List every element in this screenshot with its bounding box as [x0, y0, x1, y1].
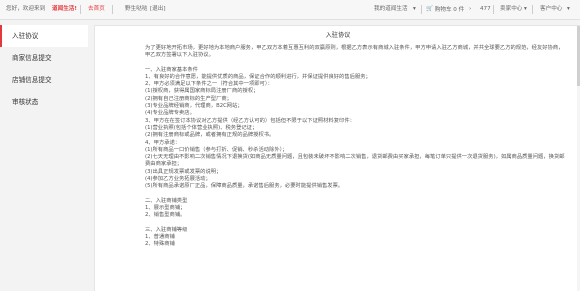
sidebar-item-store-info[interactable]: 店铺信息提交	[0, 69, 88, 91]
divider	[80, 5, 81, 14]
site-name: 道闻生活!	[52, 6, 77, 12]
user-name[interactable]: 野生哒哒	[125, 0, 147, 19]
page-title: 入驻协议	[325, 32, 351, 39]
logout-link[interactable]: [退出]	[150, 0, 166, 19]
agreement-paragraph: (5)所有商品承诺原厂正品，保障商品质量，承诺售后服务，必要时能提供销售发票。	[145, 183, 344, 190]
chevron-down-icon: ▾	[567, 6, 570, 12]
sidebar-item-agreement[interactable]: 入驻协议	[0, 25, 88, 47]
cart-link[interactable]: 🛒 购物车 0 件	[426, 0, 464, 20]
agreement-paragraph: 为了更好地开拓市场，更好地为本地商户服务，甲乙双方本着互惠互利的双赢原则，根据乙…	[145, 45, 564, 59]
agreement-paragraph: 一、入驻商家基本条件	[145, 66, 198, 73]
agreement-paragraph: 1、普通商铺	[145, 233, 175, 240]
agreement-paragraph: 1、展示型商铺；	[145, 204, 186, 211]
divider	[493, 5, 494, 14]
my-life-link[interactable]: 我的道闻生活	[374, 0, 408, 19]
divider	[421, 5, 422, 14]
agreement-paragraph: (1)授权商，获得属国家商标局注册厂商的授权；	[145, 88, 259, 95]
divider	[532, 5, 533, 14]
chevron-right-icon: ›	[469, 6, 472, 12]
sidebar-item-review-status[interactable]: 审核状态	[0, 91, 88, 113]
divider	[112, 5, 113, 14]
cart-label: 购物车 0 件	[434, 7, 465, 13]
agreement-paragraph: 2、特殊商铺	[145, 241, 175, 248]
sidebar: 入驻协议 商家信息提交 店铺信息提交 审核状态	[0, 20, 88, 290]
agreement-paragraph: 二、入驻商铺类型	[145, 197, 188, 204]
greeting-text: 您好，欢迎来到	[6, 6, 46, 12]
agreement-paragraph: 2、销售型商铺。	[145, 212, 186, 219]
agreement-paragraph: (4)专业品牌专卖店。	[145, 110, 195, 117]
agreement-text: 为了更好地开拓市场，更好地为本地商户服务，甲乙双方本着互惠互利的双赢原则，根据乙…	[145, 45, 565, 248]
customer-center-link[interactable]: 客户中心	[540, 0, 562, 19]
top-bar: 您好，欢迎来到 道闻生活! 去首页 野生哒哒 [退出] 我的道闻生活 ▾ 🛒 购…	[0, 0, 580, 20]
seller-center-link[interactable]: 卖家中心	[500, 0, 522, 19]
agreement-paragraph: (3)出具正规发票或发票的说明；	[145, 168, 222, 175]
agreement-panel: 入驻协议 为了更好地开拓市场，更好地为本地商户服务，甲乙双方本着互惠互利的双赢原…	[94, 25, 580, 291]
agreement-paragraph	[145, 220, 565, 227]
agreement-paragraph: (2)拥有自己注册商标的生产型厂商；	[145, 95, 232, 102]
agreement-paragraph: (3)专业品牌经销商，代理商，B2C网站；	[145, 103, 243, 110]
message-count[interactable]: 477	[480, 0, 491, 19]
chevron-down-icon: ▾	[413, 6, 416, 12]
agreement-paragraph: 4、甲方承诺：	[145, 139, 181, 146]
agreement-paragraph: 三、入驻商铺等级	[145, 226, 188, 233]
agreement-paragraph: 3、甲方在在签订本协议对乙方提供（经乙方认可的）包括但不限于以下证照材料复印件：	[145, 117, 355, 124]
agreement-paragraph: (2)七天无理由不影响二次销售情况下退换货(如商品无质量问题，且包装未破坏不影响…	[145, 154, 565, 168]
agreement-paragraph	[145, 191, 565, 198]
chevron-down-icon: ▾	[524, 6, 527, 12]
home-link[interactable]: 去首页	[88, 0, 105, 19]
agreement-paragraph: (2)拥有注册商标或品牌，或者拥有正规的品牌授权书。	[145, 132, 275, 139]
cart-icon: 🛒	[426, 6, 433, 12]
agreement-paragraph	[145, 60, 565, 67]
sidebar-item-merchant-info[interactable]: 商家信息提交	[0, 47, 88, 69]
